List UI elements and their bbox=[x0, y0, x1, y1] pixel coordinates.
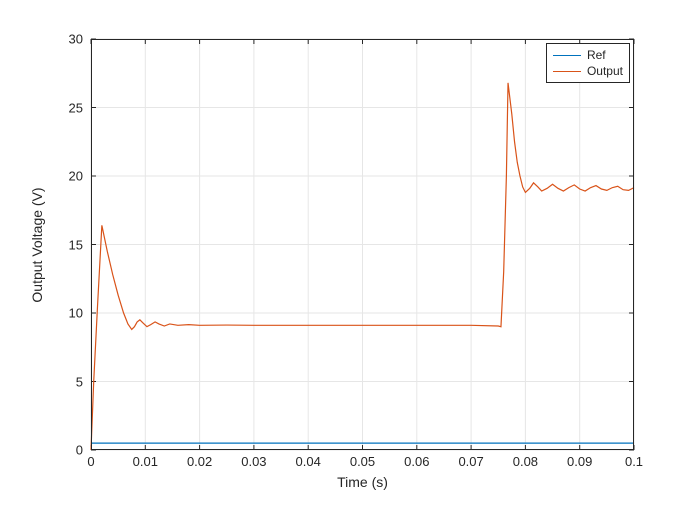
plot-area bbox=[91, 39, 634, 450]
figure: 0 0.01 0.02 0.03 0.04 0.05 0.06 0.07 0.08 0.09 0.1… bbox=[0, 0, 700, 525]
legend-label: Output bbox=[587, 64, 623, 78]
x-tick-label: 0 bbox=[87, 454, 94, 469]
y-tick-label: 0 bbox=[76, 443, 83, 458]
x-tick-label: 0.07 bbox=[458, 454, 483, 469]
axes bbox=[91, 39, 634, 450]
legend-swatch-output bbox=[553, 71, 581, 72]
x-axis-label: Time (s) bbox=[91, 474, 634, 490]
legend: Ref Output bbox=[546, 43, 630, 83]
y-tick-label: 15 bbox=[69, 237, 83, 252]
x-tick-label: 0.01 bbox=[133, 454, 158, 469]
x-tick-label: 0.03 bbox=[241, 454, 266, 469]
legend-swatch-ref bbox=[553, 55, 581, 56]
x-tick-label: 0.05 bbox=[350, 454, 375, 469]
y-axis-label: Output Voltage (V) bbox=[29, 39, 45, 450]
y-tick-label: 25 bbox=[69, 100, 83, 115]
x-tick-label: 0.1 bbox=[625, 454, 643, 469]
y-tick-label: 5 bbox=[76, 374, 83, 389]
legend-entry-output: Output bbox=[553, 63, 623, 79]
grid-lines bbox=[91, 39, 634, 450]
x-tick-label: 0.04 bbox=[296, 454, 321, 469]
y-tick-label: 20 bbox=[69, 169, 83, 184]
y-tick-label: 10 bbox=[69, 306, 83, 321]
x-tick-label: 0.02 bbox=[187, 454, 212, 469]
x-tick-label: 0.06 bbox=[404, 454, 429, 469]
y-tick-label: 30 bbox=[69, 32, 83, 47]
legend-entry-ref: Ref bbox=[553, 47, 623, 63]
x-tick-label: 0.08 bbox=[513, 454, 538, 469]
x-tick-label: 0.09 bbox=[567, 454, 592, 469]
legend-label: Ref bbox=[587, 48, 606, 62]
